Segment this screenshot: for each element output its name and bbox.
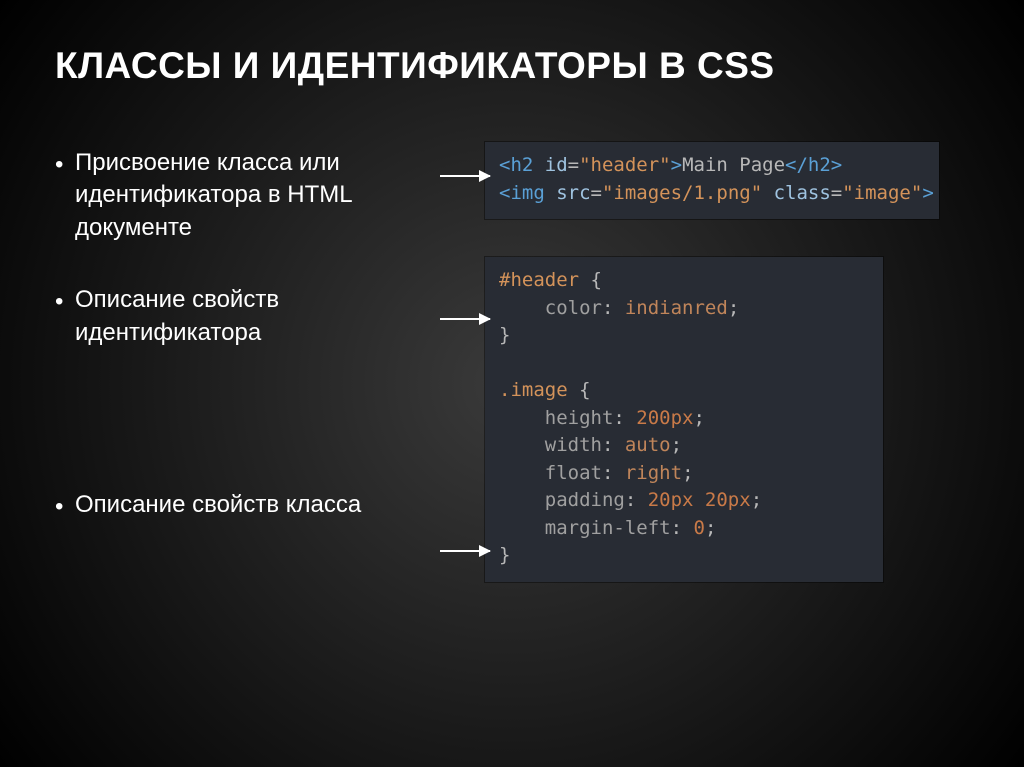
code-tag: <img	[499, 182, 545, 204]
code-value: indianred	[625, 297, 728, 319]
code-prop: float	[545, 462, 602, 484]
code-value: 20px 20px	[648, 489, 751, 511]
code-selector: .image	[499, 379, 568, 401]
arrow-icon	[440, 318, 490, 320]
bullet-text: Описание свойств идентификатора	[75, 284, 435, 349]
code-prop: color	[545, 297, 602, 319]
code-value: 200px	[636, 407, 693, 429]
code-prop: width	[545, 434, 602, 456]
code-val: "images/1.png"	[602, 182, 762, 204]
code-tag: <h2	[499, 154, 533, 176]
html-code-block: <h2 id="header">Main Page</h2> <img src=…	[485, 142, 939, 219]
code-value: 0	[694, 517, 705, 539]
bullet-item: • Присвоение класса или идентификатора в…	[55, 147, 435, 244]
code-brace: }	[499, 544, 510, 566]
bullet-dot-icon: •	[55, 284, 75, 318]
bullet-item: • Описание свойств идентификатора	[55, 284, 435, 349]
slide-title: КЛАССЫ И ИДЕНТИФИКАТОРЫ В CSS	[55, 45, 969, 87]
code-prop: height	[545, 407, 614, 429]
code-prop: padding	[545, 489, 625, 511]
bullet-dot-icon: •	[55, 489, 75, 523]
code-attr: class	[762, 182, 831, 204]
code-value: auto	[625, 434, 671, 456]
css-code-block: #header { color: indianred; } .image { h…	[485, 257, 883, 582]
code-semi: ;	[728, 297, 739, 319]
bullet-item: • Описание свойств класса	[55, 489, 435, 523]
bullet-text: Присвоение класса или идентификатора в H…	[75, 147, 435, 244]
code-tag: >	[671, 154, 682, 176]
code-eq: =	[591, 182, 602, 204]
bullet-dot-icon: •	[55, 147, 75, 181]
code-eq: =	[831, 182, 842, 204]
code-text: Main Page	[682, 154, 785, 176]
code-tag: >	[922, 182, 933, 204]
code-brace: {	[568, 379, 591, 401]
code-colon: :	[602, 297, 625, 319]
bullet-list: • Присвоение класса или идентификатора в…	[55, 147, 435, 551]
code-selector: #header	[499, 269, 579, 291]
code-brace: {	[579, 269, 602, 291]
code-tag: </h2>	[785, 154, 842, 176]
code-eq: =	[568, 154, 579, 176]
code-brace: }	[499, 324, 510, 346]
arrow-icon	[440, 175, 490, 177]
code-value: right	[625, 462, 682, 484]
code-val: "image"	[842, 182, 922, 204]
code-val: "header"	[579, 154, 671, 176]
code-indent	[499, 297, 545, 319]
arrow-icon	[440, 550, 490, 552]
code-attr: src	[545, 182, 591, 204]
code-attr: id	[533, 154, 567, 176]
bullet-text: Описание свойств класса	[75, 489, 361, 521]
code-prop: margin-left	[545, 517, 671, 539]
